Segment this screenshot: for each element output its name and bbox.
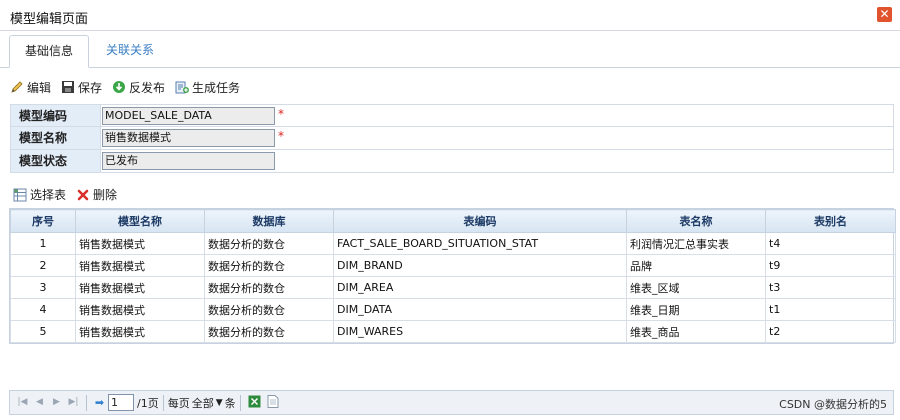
col-header[interactable]: 表名称 (626, 209, 766, 233)
model-code-label: 模型编码 (11, 105, 101, 126)
per-page-unit: 条 (224, 396, 236, 410)
download-circle-icon (112, 80, 126, 94)
select-table-button[interactable]: 选择表 (13, 186, 66, 203)
close-icon[interactable]: ✕ (877, 7, 892, 22)
window-title: 模型编辑页面 (10, 12, 89, 27)
page-number-input[interactable]: 1 (108, 394, 134, 411)
model-code-field[interactable]: MODEL_SALE_DATA (102, 107, 275, 125)
cell-table-code: DIM_AREA (333, 276, 627, 299)
cell-index: 2 (10, 254, 76, 277)
per-page-value: 全部 (191, 396, 214, 410)
form-row-code: 模型编码 MODEL_SALE_DATA * (10, 104, 894, 127)
delete-x-icon (76, 188, 90, 202)
tab-bar: 基础信息 关联关系 (0, 31, 900, 68)
delete-button[interactable]: 删除 (76, 186, 117, 203)
first-page-icon[interactable]: |◀ (17, 397, 28, 408)
col-header[interactable]: 表别名 (765, 209, 896, 233)
cell-table-alias: t2 (765, 320, 896, 343)
document-icon[interactable] (267, 394, 279, 411)
cell-index: 5 (10, 320, 76, 343)
table-row[interactable]: 2 销售数据模式 数据分析的数仓 DIM_BRAND 品牌 t9 (10, 254, 896, 277)
table-list-icon (13, 188, 27, 202)
window-titlebar: 模型编辑页面 ✕ (0, 0, 900, 31)
cell-database: 数据分析的数仓 (204, 320, 334, 343)
cell-index: 1 (10, 232, 76, 255)
pagination-bar: |◀ ◀ ▶ ▶| ➡ 1 /1页 每页 全部 ▼ 条 CSDN @数据分析的5 (9, 390, 894, 415)
table-row[interactable]: 1 销售数据模式 数据分析的数仓 FACT_SALE_BOARD_SITUATI… (10, 232, 896, 255)
cell-table-name: 维表_日期 (626, 298, 766, 321)
save-label: 保存 (78, 80, 103, 95)
col-header[interactable]: 模型名称 (75, 209, 205, 233)
cell-database: 数据分析的数仓 (204, 254, 334, 277)
required-mark: * (278, 129, 284, 143)
table-row[interactable]: 4 销售数据模式 数据分析的数仓 DIM_DATA 维表_日期 t1 (10, 298, 896, 321)
cell-table-alias: t1 (765, 298, 896, 321)
cell-model-name: 销售数据模式 (75, 232, 205, 255)
cell-table-alias: t4 (765, 232, 896, 255)
model-status-label: 模型状态 (11, 150, 101, 172)
last-page-icon[interactable]: ▶| (68, 397, 79, 408)
excel-export-icon[interactable] (248, 395, 261, 411)
cell-table-code: FACT_SALE_BOARD_SITUATION_STAT (333, 232, 627, 255)
generate-task-label: 生成任务 (192, 80, 241, 95)
cell-table-alias: t3 (765, 276, 896, 299)
unpublish-button[interactable]: 反发布 (112, 79, 165, 96)
col-header[interactable]: 表编码 (333, 209, 627, 233)
select-table-label: 选择表 (30, 188, 67, 202)
table-row[interactable]: 3 销售数据模式 数据分析的数仓 DIM_AREA 维表_区域 t3 (10, 276, 896, 299)
edit-button[interactable]: 编辑 (10, 79, 51, 96)
delete-label: 删除 (93, 188, 118, 202)
form-row-status: 模型状态 已发布 (10, 150, 894, 173)
tab-relations[interactable]: 关联关系 (92, 35, 168, 68)
cell-table-name: 维表_区域 (626, 276, 766, 299)
edit-label: 编辑 (27, 80, 52, 95)
toolbar: 编辑 保存 反发布 生成任务 (10, 78, 250, 96)
cell-table-code: DIM_DATA (333, 298, 627, 321)
cell-model-name: 销售数据模式 (75, 276, 205, 299)
cell-index: 3 (10, 276, 76, 299)
pager-info: CSDN @数据分析的5 (779, 398, 887, 411)
model-form: 模型编码 MODEL_SALE_DATA * 模型名称 销售数据模式 * 模型状… (10, 104, 894, 173)
cell-table-alias: t9 (765, 254, 896, 277)
per-page-select[interactable]: 全部 ▼ (192, 395, 223, 411)
model-tables-grid: 序号 模型名称 数据库 表编码 表名称 表别名 1 销售数据模式 数据分析的数仓… (9, 208, 896, 344)
cell-model-name: 销售数据模式 (75, 320, 205, 343)
tab-basic-info[interactable]: 基础信息 (9, 35, 89, 68)
prev-page-icon[interactable]: ◀ (34, 397, 45, 408)
cell-model-name: 销售数据模式 (75, 298, 205, 321)
cell-database: 数据分析的数仓 (204, 276, 334, 299)
save-button[interactable]: 保存 (61, 79, 102, 96)
col-header[interactable]: 数据库 (204, 209, 334, 233)
cell-table-name: 品牌 (626, 254, 766, 277)
cell-table-code: DIM_BRAND (333, 254, 627, 277)
cell-table-code: DIM_WARES (333, 320, 627, 343)
cell-database: 数据分析的数仓 (204, 298, 334, 321)
per-page-label: 每页 (167, 396, 190, 410)
required-mark: * (278, 107, 284, 121)
generate-task-button[interactable]: 生成任务 (175, 79, 240, 96)
page-total: /1页 (137, 396, 159, 410)
cell-index: 4 (10, 298, 76, 321)
pencil-icon (10, 80, 24, 94)
model-name-field[interactable]: 销售数据模式 (102, 129, 275, 147)
cell-table-name: 维表_商品 (626, 320, 766, 343)
model-name-label: 模型名称 (11, 127, 101, 149)
table-toolbar: 选择表 删除 (13, 186, 127, 203)
chevron-down-icon: ▼ (215, 397, 223, 408)
table-row[interactable]: 5 销售数据模式 数据分析的数仓 DIM_WARES 维表_商品 t2 (10, 320, 896, 343)
go-arrow-icon[interactable]: ➡ (94, 397, 105, 408)
form-row-name: 模型名称 销售数据模式 * (10, 127, 894, 150)
cell-database: 数据分析的数仓 (204, 232, 334, 255)
next-page-icon[interactable]: ▶ (51, 397, 62, 408)
cell-table-name: 利润情况汇总事实表 (626, 232, 766, 255)
col-header[interactable]: 序号 (10, 209, 76, 233)
table-header-row: 序号 模型名称 数据库 表编码 表名称 表别名 (10, 209, 896, 233)
unpublish-label: 反发布 (129, 80, 166, 95)
cell-model-name: 销售数据模式 (75, 254, 205, 277)
task-add-icon (175, 80, 190, 94)
model-status-field[interactable]: 已发布 (102, 152, 275, 170)
floppy-icon (61, 80, 75, 94)
